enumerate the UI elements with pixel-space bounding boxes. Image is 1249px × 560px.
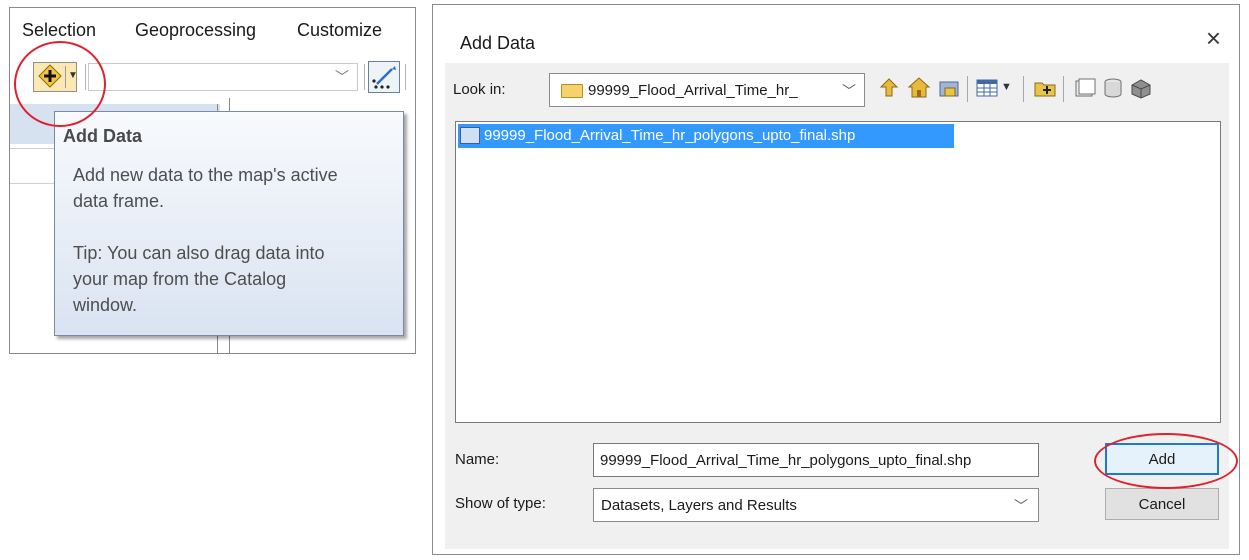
- catalog-folder-icon[interactable]: [1073, 76, 1097, 100]
- toolbar-separator: [405, 64, 406, 90]
- look-in-label: Look in:: [453, 81, 506, 98]
- toolbar-separator: [967, 76, 968, 102]
- add-data-dialog: Add Data × Look in: 99999_Flood_Arrival_…: [432, 4, 1240, 555]
- toolbar-separator: [1023, 76, 1024, 102]
- layer-combo[interactable]: ﹀: [88, 63, 358, 91]
- menu-geoprocessing[interactable]: Geoprocessing: [135, 20, 256, 41]
- annotation-circle: [1094, 433, 1238, 489]
- toolbar-separator: [364, 64, 365, 90]
- connect-folder-icon[interactable]: [937, 76, 961, 100]
- name-input[interactable]: [593, 443, 1039, 477]
- look-in-combo[interactable]: 99999_Flood_Arrival_Time_hr_ ﹀: [549, 73, 865, 107]
- annotation-circle: [14, 41, 106, 127]
- dialog-body: Look in: 99999_Flood_Arrival_Time_hr_ ﹀: [445, 63, 1238, 549]
- tooltip-body: Add new data to the map's active data fr…: [73, 165, 338, 315]
- chevron-down-icon[interactable]: ﹀: [842, 81, 856, 101]
- show-of-type-select[interactable]: Datasets, Layers and Results ﹀: [593, 488, 1039, 522]
- look-in-value: 99999_Flood_Arrival_Time_hr_: [588, 82, 798, 99]
- menu-selection[interactable]: Selection: [22, 20, 96, 41]
- close-icon[interactable]: ×: [1206, 25, 1221, 51]
- folder-icon: [561, 84, 583, 98]
- file-list-item[interactable]: 99999_Flood_Arrival_Time_hr_polygons_upt…: [458, 124, 954, 148]
- file-list[interactable]: 99999_Flood_Arrival_Time_hr_polygons_upt…: [455, 121, 1221, 423]
- show-of-type-value: Datasets, Layers and Results: [601, 497, 797, 514]
- menu-customize[interactable]: Customize: [297, 20, 382, 41]
- up-one-level-icon[interactable]: [877, 76, 901, 100]
- editor-tool-button[interactable]: [368, 61, 400, 93]
- file-name: 99999_Flood_Arrival_Time_hr_polygons_upt…: [484, 127, 856, 144]
- toolbox-icon[interactable]: [1129, 76, 1153, 100]
- chevron-down-icon[interactable]: ﹀: [335, 67, 349, 87]
- editor-sketch-icon: [372, 66, 396, 89]
- show-of-type-label: Show of type:: [455, 495, 546, 512]
- toolbar-separator: [1063, 76, 1064, 102]
- database-icon[interactable]: [1101, 76, 1125, 100]
- new-folder-icon[interactable]: [1033, 76, 1057, 100]
- shapefile-icon: [460, 127, 480, 144]
- dialog-title: Add Data: [460, 33, 536, 53]
- dropdown-arrow-icon[interactable]: ▼: [1001, 81, 1025, 105]
- name-label: Name:: [455, 451, 500, 468]
- arcmap-toolbar-crop: Selection Geoprocessing Customize ▼ ﹀ Ad…: [9, 7, 416, 354]
- tooltip-title: Add Data: [63, 126, 143, 146]
- chevron-down-icon[interactable]: ﹀: [1014, 496, 1028, 516]
- home-icon[interactable]: [907, 76, 931, 100]
- menu-bar: Selection Geoprocessing Customize: [10, 8, 415, 46]
- add-data-tooltip: Add Data Add new data to the map's activ…: [54, 111, 404, 336]
- cancel-button[interactable]: Cancel: [1105, 488, 1219, 520]
- view-list-icon[interactable]: [975, 76, 999, 100]
